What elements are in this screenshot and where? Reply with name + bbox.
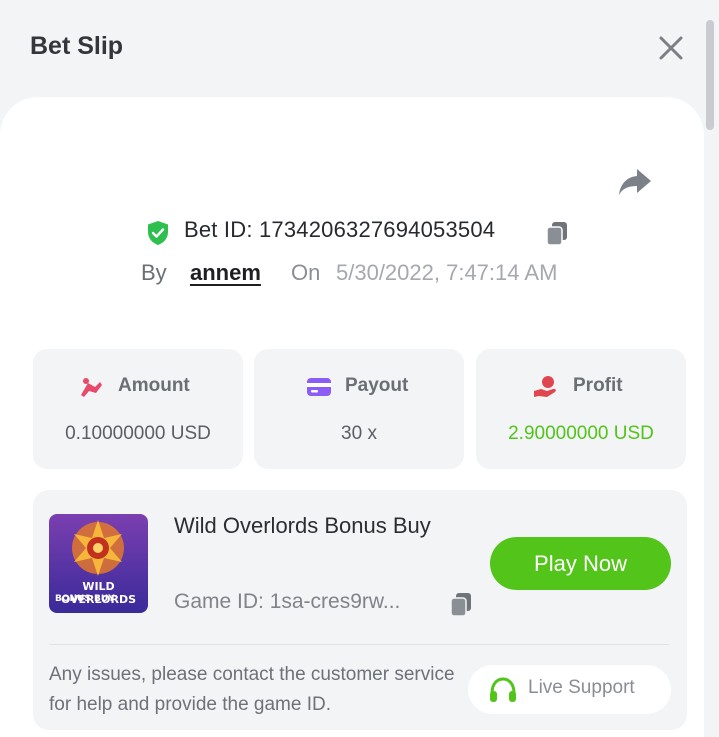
help-text: Any issues, please contact the customer … [49, 664, 455, 715]
copy-icon[interactable] [543, 219, 571, 247]
bet-id: Bet ID: 1734206327694053504 [184, 217, 496, 242]
game-name: Wild Overlords Bonus Buy [174, 513, 431, 538]
header: Bet Slip [0, 0, 719, 97]
payout-label: Payout [345, 375, 409, 396]
by-label: By [141, 260, 167, 285]
profit-label: Profit [573, 375, 623, 396]
bet-date: 5/30/2022, 7:47:14 AM [336, 260, 558, 285]
amount-card: Amount 0.10000000 USD [33, 349, 243, 469]
page-title: Bet Slip [30, 32, 124, 60]
copy-game-id-icon[interactable] [447, 590, 475, 618]
card-icon [307, 378, 331, 396]
username-link[interactable]: annem [190, 260, 261, 286]
profit-value: 2.90000000 USD [508, 423, 654, 444]
live-support-label: Live Support [528, 677, 635, 698]
live-support-button[interactable]: Live Support [468, 665, 671, 714]
payout-card: Payout 30 x [254, 349, 464, 469]
amount-label: Amount [118, 375, 190, 396]
shield-check-icon [148, 221, 168, 245]
thumbnail-subtitle: BONUS BUY [55, 594, 115, 604]
scrollbar[interactable] [706, 20, 714, 130]
headphones-icon [490, 677, 516, 702]
payout-value: 30 x [341, 423, 377, 444]
money-hand-icon [534, 376, 556, 397]
game-thumbnail[interactable]: WILD OVERLORDS BONUS BUY [49, 514, 148, 613]
play-now-button[interactable]: Play Now [490, 537, 671, 590]
divider [49, 644, 669, 645]
game-id: Game ID: 1sa-cres9rw... [174, 590, 401, 613]
close-icon[interactable] [655, 32, 687, 64]
coins-icon [81, 378, 102, 397]
share-icon[interactable] [617, 167, 653, 197]
on-label: On [291, 260, 321, 285]
amount-value: 0.10000000 USD [65, 423, 211, 444]
profit-card: Profit 2.90000000 USD [476, 349, 686, 469]
